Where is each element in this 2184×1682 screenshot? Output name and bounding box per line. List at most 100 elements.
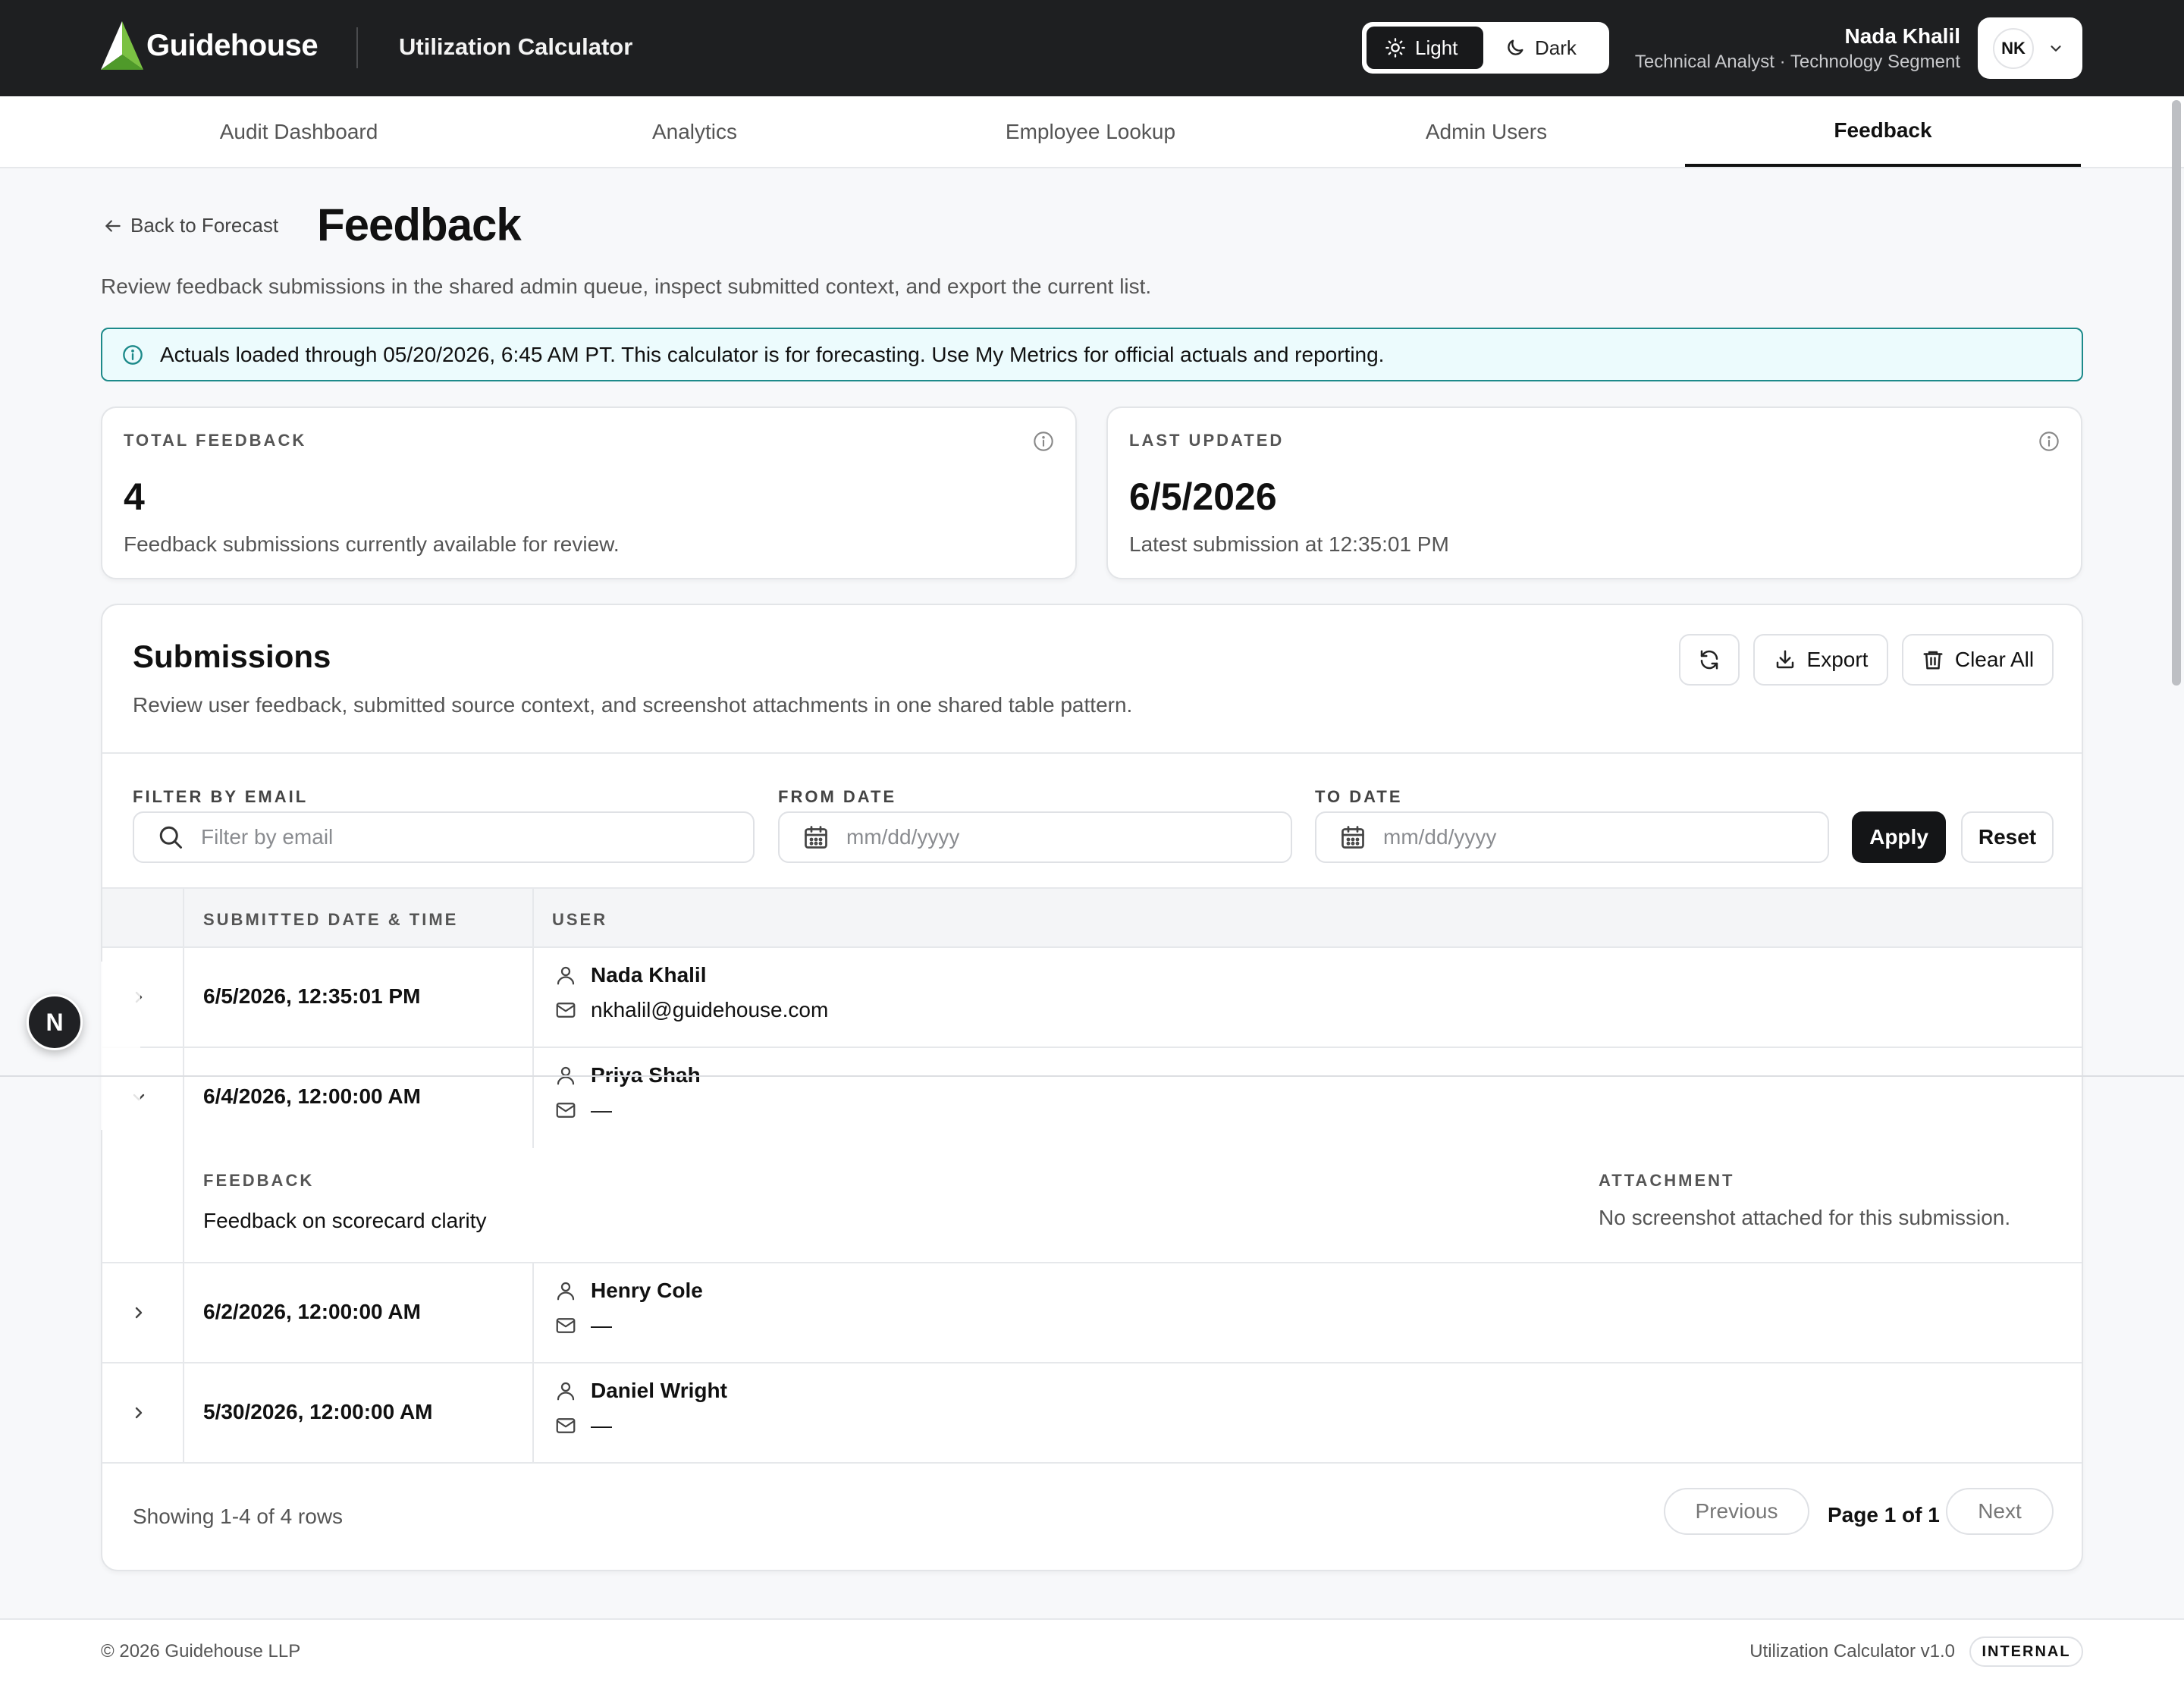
user-name: Nada Khalil bbox=[1844, 24, 1960, 48]
submissions-title: Submissions bbox=[133, 639, 331, 674]
stat-value: 4 bbox=[124, 475, 145, 518]
chevron-right-icon[interactable] bbox=[130, 1404, 148, 1422]
moon-icon bbox=[1508, 39, 1523, 55]
to-date-input[interactable]: mm/dd/yyyy bbox=[1315, 811, 1829, 863]
row-email-text: nkhalil@guidehouse.com bbox=[591, 998, 829, 1021]
row-email: — bbox=[554, 1414, 612, 1438]
total-feedback-card: TOTAL FEEDBACK 4 Feedback submissions cu… bbox=[101, 406, 1077, 579]
stat-value: 6/5/2026 bbox=[1129, 475, 1277, 518]
feedback-label: FEEDBACK bbox=[203, 1171, 315, 1190]
main-nav: Audit Dashboard Analytics Employee Looku… bbox=[0, 96, 2184, 168]
arrow-left-icon bbox=[105, 219, 121, 232]
row-count-text: Showing 1-4 of 4 rows bbox=[133, 1505, 344, 1528]
clear-all-button[interactable]: Clear All bbox=[1902, 634, 2054, 686]
user-menu-button[interactable]: NK bbox=[1978, 17, 2082, 79]
column-divider bbox=[532, 1048, 534, 1148]
row-date: 6/5/2026, 12:35:01 PM bbox=[203, 984, 421, 1008]
table-row[interactable]: 6/2/2026, 12:00:00 AM Henry Cole — bbox=[102, 1263, 2082, 1363]
previous-page-button[interactable]: Previous bbox=[1664, 1488, 1809, 1535]
from-date-input[interactable]: mm/dd/yyyy bbox=[778, 811, 1292, 863]
row-date: 6/4/2026, 12:00:00 AM bbox=[203, 1084, 421, 1108]
row-email-text: — bbox=[591, 1098, 612, 1122]
internal-badge: INTERNAL bbox=[1969, 1636, 2083, 1667]
column-divider bbox=[532, 948, 534, 1047]
info-icon[interactable] bbox=[2038, 431, 2060, 452]
email-filter-placeholder: Filter by email bbox=[201, 825, 334, 849]
reset-button[interactable]: Reset bbox=[1961, 811, 2054, 863]
column-divider bbox=[183, 1363, 184, 1462]
feedback-text: Feedback on scorecard clarity bbox=[203, 1209, 487, 1232]
row-user: Daniel Wright bbox=[554, 1379, 727, 1403]
footer: © 2026 Guidehouse LLP Utilization Calcul… bbox=[0, 1618, 2184, 1682]
user-role: Technical Analyst · Technology Segment bbox=[1634, 52, 1960, 72]
app-version: Utilization Calculator v1.0 bbox=[1749, 1641, 1955, 1662]
to-date-label: TO DATE bbox=[1315, 787, 1403, 806]
row-email-text: — bbox=[591, 1313, 612, 1337]
table-row[interactable]: 6/5/2026, 12:35:01 PM Nada Khalil nkhali… bbox=[102, 948, 2082, 1048]
page-scrollbar[interactable] bbox=[2172, 100, 2181, 686]
row-date: 6/2/2026, 12:00:00 AM bbox=[203, 1300, 421, 1323]
calendar-icon bbox=[805, 826, 827, 849]
dark-theme-label: Dark bbox=[1535, 36, 1577, 59]
theme-toggle: Light Dark bbox=[1362, 22, 1609, 74]
tab-employee-lookup[interactable]: Employee Lookup bbox=[893, 96, 1288, 167]
row-user-name: Nada Khalil bbox=[591, 963, 707, 987]
column-divider bbox=[183, 1263, 184, 1362]
row-user: Nada Khalil bbox=[554, 963, 706, 987]
dark-theme-button[interactable]: Dark bbox=[1486, 27, 1595, 69]
mail-icon bbox=[556, 1003, 576, 1018]
back-to-forecast-link[interactable]: Back to Forecast bbox=[103, 214, 278, 237]
row-email: — bbox=[554, 1313, 612, 1338]
guidehouse-logo[interactable]: Guidehouse bbox=[101, 21, 318, 70]
table-header: SUBMITTED DATE & TIME USER bbox=[102, 887, 2082, 948]
table-row[interactable]: 6/4/2026, 12:00:00 AM Priya Shah — bbox=[102, 1048, 2082, 1148]
table-row[interactable]: 5/30/2026, 12:00:00 AM Daniel Wright — bbox=[102, 1363, 2082, 1464]
last-updated-card: LAST UPDATED 6/5/2026 Latest submission … bbox=[1106, 406, 2082, 579]
top-bar: Guidehouse Utilization Calculator Light … bbox=[0, 0, 2184, 96]
tab-audit-dashboard[interactable]: Audit Dashboard bbox=[101, 96, 497, 167]
export-label: Export bbox=[1806, 648, 1869, 671]
guidehouse-logo-icon bbox=[101, 21, 143, 70]
row-email-text: — bbox=[591, 1414, 612, 1437]
mail-icon bbox=[556, 1103, 576, 1118]
stat-label: LAST UPDATED bbox=[1129, 431, 1285, 450]
row-date: 5/30/2026, 12:00:00 AM bbox=[203, 1400, 433, 1423]
trash-icon bbox=[1923, 651, 1943, 670]
from-date-label: FROM DATE bbox=[778, 787, 897, 806]
page-description: Review feedback submissions in the share… bbox=[101, 275, 1152, 298]
avatar: NK bbox=[1993, 27, 2034, 69]
column-divider bbox=[532, 1263, 534, 1362]
tab-feedback[interactable]: Feedback bbox=[1685, 96, 2081, 167]
apply-button[interactable]: Apply bbox=[1852, 811, 1946, 863]
row-user: Henry Cole bbox=[554, 1279, 703, 1303]
column-submitted[interactable]: SUBMITTED DATE & TIME bbox=[203, 910, 458, 930]
chevron-right-icon[interactable] bbox=[130, 1304, 148, 1322]
refresh-button[interactable] bbox=[1679, 634, 1740, 686]
submissions-description: Review user feedback, submitted source c… bbox=[133, 693, 1133, 717]
from-date-placeholder: mm/dd/yyyy bbox=[846, 825, 960, 849]
floating-assistant-button[interactable]: N bbox=[27, 994, 83, 1050]
search-icon bbox=[159, 826, 182, 849]
copyright: © 2026 Guidehouse LLP bbox=[101, 1641, 301, 1662]
column-user[interactable]: USER bbox=[552, 910, 607, 930]
stat-label: TOTAL FEEDBACK bbox=[124, 431, 307, 450]
attachment-text: No screenshot attached for this submissi… bbox=[1599, 1206, 2011, 1229]
attachment-label: ATTACHMENT bbox=[1599, 1171, 1735, 1190]
logo-text: Guidehouse bbox=[146, 28, 318, 62]
page-info: Page 1 of 1 bbox=[1828, 1503, 1940, 1527]
download-icon bbox=[1776, 650, 1793, 669]
email-filter-input[interactable]: Filter by email bbox=[133, 811, 755, 863]
info-icon bbox=[123, 344, 143, 365]
row-email: — bbox=[554, 1098, 612, 1122]
horizontal-guide-line bbox=[0, 1075, 2184, 1077]
overlay-strip bbox=[101, 962, 140, 1130]
export-button[interactable]: Export bbox=[1753, 634, 1888, 686]
tab-admin-users[interactable]: Admin Users bbox=[1288, 96, 1684, 167]
next-page-button[interactable]: Next bbox=[1946, 1488, 2054, 1535]
info-icon[interactable] bbox=[1033, 431, 1054, 452]
stat-subtext: Latest submission at 12:35:01 PM bbox=[1129, 532, 1449, 556]
chevron-down-icon bbox=[2051, 45, 2061, 52]
tab-analytics[interactable]: Analytics bbox=[497, 96, 893, 167]
light-theme-button[interactable]: Light bbox=[1367, 27, 1483, 69]
column-divider bbox=[183, 887, 184, 948]
